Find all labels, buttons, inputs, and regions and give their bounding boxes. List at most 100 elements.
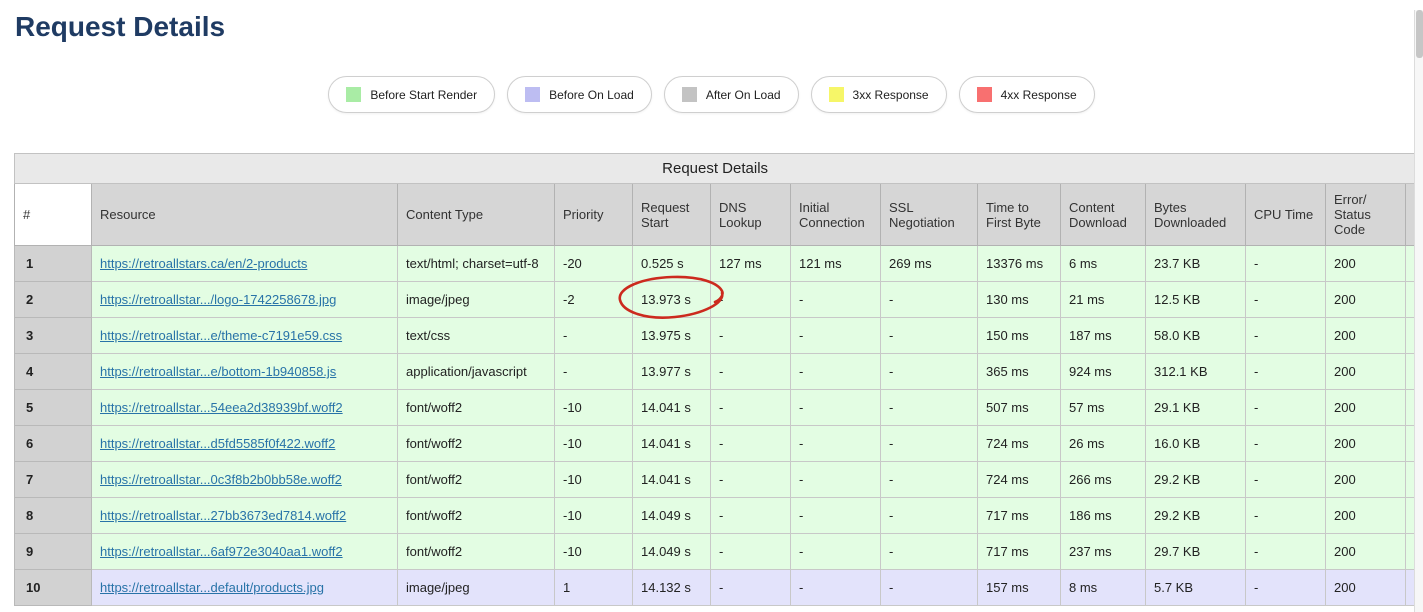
cell-time-to-first-byte: 724 ms — [978, 462, 1061, 498]
cell-status-code: 200 — [1326, 426, 1406, 462]
column-header-content-type: Content Type — [398, 184, 555, 246]
cell-resource: https://retroallstar...0c3f8b2b0bb58e.wo… — [92, 462, 398, 498]
column-header-content-download: Content Download — [1061, 184, 1146, 246]
cell-content-download: 26 ms — [1061, 426, 1146, 462]
request-number: 8 — [15, 498, 92, 534]
cell-content-type: image/jpeg — [398, 570, 555, 606]
cell-dns-lookup: - — [711, 390, 791, 426]
resource-link[interactable]: https://retroallstar...6af972e3040aa1.wo… — [100, 544, 343, 559]
cell-cpu-time: - — [1246, 390, 1326, 426]
column-header-time-to-first-byte: Time to First Byte — [978, 184, 1061, 246]
cell-status-code: 200 — [1326, 498, 1406, 534]
column-header-resource: Resource — [92, 184, 398, 246]
cell-ssl-negotiation: - — [881, 570, 978, 606]
cell-content-download: 21 ms — [1061, 282, 1146, 318]
cell-initial-connection: - — [791, 354, 881, 390]
column-header-error-status-code: Error/ Status Code — [1326, 184, 1406, 246]
cell-initial-connection: - — [791, 390, 881, 426]
cell-resource: https://retroallstar.../logo-1742258678.… — [92, 282, 398, 318]
cell-time-to-first-byte: 717 ms — [978, 498, 1061, 534]
legend-label: After On Load — [706, 88, 781, 102]
cell-priority: -10 — [555, 534, 633, 570]
cell-bytes-downloaded: 29.2 KB — [1146, 498, 1246, 534]
cell-time-to-first-byte: 717 ms — [978, 534, 1061, 570]
cell-time-to-first-byte: 150 ms — [978, 318, 1061, 354]
legend-label: 4xx Response — [1001, 88, 1077, 102]
request-row: 3 https://retroallstar...e/theme-c7191e59… — [15, 318, 1416, 354]
cell-content-type: font/woff2 — [398, 426, 555, 462]
cell-status-code: 200 — [1326, 282, 1406, 318]
legend-swatch — [525, 87, 540, 102]
resource-link[interactable]: https://retroallstar...27bb3673ed7814.wo… — [100, 508, 346, 523]
request-number: 10 — [15, 570, 92, 606]
cell-resource: https://retroallstar...default/products.… — [92, 570, 398, 606]
resource-link[interactable]: https://retroallstar...e/bottom-1b940858… — [100, 364, 336, 379]
cell-priority: - — [555, 354, 633, 390]
cell-ssl-negotiation: - — [881, 498, 978, 534]
cell-time-to-first-byte: 365 ms — [978, 354, 1061, 390]
request-number: 3 — [15, 318, 92, 354]
resource-link[interactable]: https://retroallstar.../logo-1742258678.… — [100, 292, 336, 307]
request-details-table-wrap: Request Details #ResourceContent TypePri… — [14, 153, 1415, 606]
cell-bytes-downloaded: 29.1 KB — [1146, 390, 1246, 426]
table-title-row: Request Details — [15, 154, 1416, 184]
cell-resource: https://retroallstars.ca/en/2-products — [92, 246, 398, 282]
cell-time-to-first-byte: 13376 ms — [978, 246, 1061, 282]
legend-label: Before On Load — [549, 88, 634, 102]
cell-bytes-downloaded: 29.2 KB — [1146, 462, 1246, 498]
table-title: Request Details — [15, 154, 1416, 184]
cell-ssl-negotiation: - — [881, 354, 978, 390]
column-header-: # — [15, 184, 92, 246]
cell-content-type: application/javascript — [398, 354, 555, 390]
cell-initial-connection: - — [791, 534, 881, 570]
cell-priority: - — [555, 318, 633, 354]
cell-priority: -10 — [555, 462, 633, 498]
cell-dns-lookup: - — [711, 534, 791, 570]
cell-status-code: 200 — [1326, 246, 1406, 282]
cell-initial-connection: - — [791, 462, 881, 498]
cell-priority: -10 — [555, 390, 633, 426]
cell-content-type: font/woff2 — [398, 534, 555, 570]
cell-content-type: image/jpeg — [398, 282, 555, 318]
cell-bytes-downloaded: 58.0 KB — [1146, 318, 1246, 354]
resource-link[interactable]: https://retroallstars.ca/en/2-products — [100, 256, 307, 271]
legend: Before Start RenderBefore On LoadAfter O… — [0, 76, 1423, 113]
cell-dns-lookup: - — [711, 462, 791, 498]
request-row: 8 https://retroallstar...27bb3673ed7814.w… — [15, 498, 1416, 534]
legend-swatch — [977, 87, 992, 102]
request-number: 1 — [15, 246, 92, 282]
resource-link[interactable]: https://retroallstar...default/products.… — [100, 580, 324, 595]
request-row: 9 https://retroallstar...6af972e3040aa1.w… — [15, 534, 1416, 570]
scrollbar-thumb[interactable] — [1416, 10, 1423, 58]
resource-link[interactable]: https://retroallstar...e/theme-c7191e59.… — [100, 328, 342, 343]
cell-cpu-time: - — [1246, 246, 1326, 282]
cell-ssl-negotiation: - — [881, 462, 978, 498]
cell-initial-connection: - — [791, 498, 881, 534]
request-number: 9 — [15, 534, 92, 570]
legend-swatch — [829, 87, 844, 102]
request-number: 2 — [15, 282, 92, 318]
cell-content-download: 8 ms — [1061, 570, 1146, 606]
cell-content-download: 924 ms — [1061, 354, 1146, 390]
cell-cpu-time: - — [1246, 498, 1326, 534]
request-row: 1https://retroallstars.ca/en/2-productst… — [15, 246, 1416, 282]
cell-content-download: 187 ms — [1061, 318, 1146, 354]
resource-link[interactable]: https://retroallstar...54eea2d38939bf.wo… — [100, 400, 343, 415]
cell-resource: https://retroallstar...e/bottom-1b940858… — [92, 354, 398, 390]
cell-bytes-downloaded: 5.7 KB — [1146, 570, 1246, 606]
cell-content-type: font/woff2 — [398, 462, 555, 498]
column-header-request-start: Request Start — [633, 184, 711, 246]
cell-priority: -10 — [555, 498, 633, 534]
cell-cpu-time: - — [1246, 426, 1326, 462]
vertical-scrollbar[interactable] — [1414, 10, 1423, 612]
resource-link[interactable]: https://retroallstar...d5fd5585f0f422.wo… — [100, 436, 335, 451]
column-header-bytes-downloaded: Bytes Downloaded — [1146, 184, 1246, 246]
cell-content-type: text/css — [398, 318, 555, 354]
cell-status-code: 200 — [1326, 534, 1406, 570]
cell-initial-connection: - — [791, 282, 881, 318]
cell-cpu-time: - — [1246, 282, 1326, 318]
cell-bytes-downloaded: 312.1 KB — [1146, 354, 1246, 390]
cell-bytes-downloaded: 23.7 KB — [1146, 246, 1246, 282]
resource-link[interactable]: https://retroallstar...0c3f8b2b0bb58e.wo… — [100, 472, 342, 487]
cell-content-download: 57 ms — [1061, 390, 1146, 426]
